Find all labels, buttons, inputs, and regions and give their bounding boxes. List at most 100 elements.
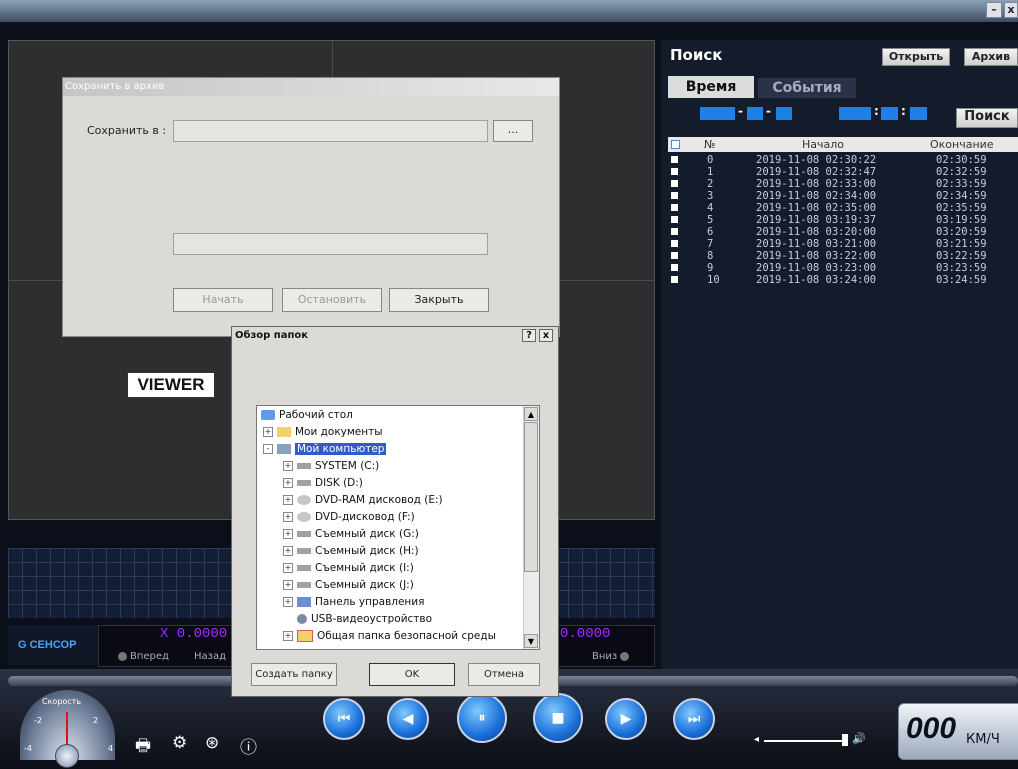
print-icon[interactable]: 🖶	[135, 733, 151, 762]
month-field[interactable]	[747, 107, 763, 120]
expand-icon[interactable]: +	[283, 563, 293, 573]
year-field[interactable]	[700, 107, 735, 120]
table-row[interactable]: 6 2019-11-08 03:20:00 03:20:59	[668, 226, 1018, 238]
forward-indicator-icon	[118, 651, 127, 661]
volume-slider[interactable]	[764, 740, 844, 742]
row-checkbox[interactable]	[671, 240, 678, 247]
table-row[interactable]: 3 2019-11-08 02:34:00 02:34:59	[668, 190, 1018, 202]
expand-icon[interactable]: +	[283, 461, 293, 471]
tree-item[interactable]: - Мой компьютер	[263, 443, 387, 455]
rewind-button[interactable]: ◀	[387, 698, 429, 740]
scroll-up-icon[interactable]: ▲	[524, 407, 538, 421]
table-row[interactable]: 5 2019-11-08 03:19:37 03:19:59	[668, 214, 1018, 226]
scroll-down-icon[interactable]: ▼	[524, 634, 538, 648]
expand-icon[interactable]: +	[283, 478, 293, 488]
tree-item[interactable]: + Съемный диск (G:)	[283, 528, 419, 540]
skip-back-button[interactable]: ⏮	[323, 698, 365, 740]
export-icon[interactable]: ⊛	[205, 733, 219, 753]
stop-button[interactable]: ■	[533, 693, 583, 743]
tree-item[interactable]: + DVD-дисковод (F:)	[283, 511, 415, 523]
tree-item[interactable]: + Общая папка безопасной среды	[283, 630, 496, 642]
row-checkbox[interactable]	[671, 180, 678, 187]
tree-item[interactable]: + DVD-RAM дисковод (E:)	[283, 494, 443, 506]
scroll-thumb[interactable]	[524, 422, 538, 572]
collapse-icon[interactable]: -	[263, 444, 273, 454]
column-start: Начало	[802, 138, 845, 151]
dvd-icon	[297, 495, 311, 505]
row-checkbox[interactable]	[671, 204, 678, 211]
play-button[interactable]: ▶	[605, 698, 647, 740]
info-icon[interactable]: ⓘ	[240, 733, 257, 758]
archive-button[interactable]: Архив	[964, 48, 1018, 66]
date-separator: -	[738, 104, 743, 118]
table-row[interactable]: 0 2019-11-08 02:30:22 02:30:59	[668, 154, 1018, 166]
table-row[interactable]: 10 2019-11-08 03:24:00 03:24:59	[668, 274, 1018, 286]
expand-icon[interactable]: +	[283, 546, 293, 556]
volume-handle[interactable]	[842, 734, 848, 746]
tree-item[interactable]: + Съемный диск (J:)	[283, 579, 414, 591]
day-field[interactable]	[776, 107, 792, 120]
table-row[interactable]: 7 2019-11-08 03:21:00 03:21:59	[668, 238, 1018, 250]
expand-icon[interactable]: +	[283, 529, 293, 539]
tab-events[interactable]: События	[758, 78, 856, 98]
row-checkbox[interactable]	[671, 276, 678, 283]
table-row[interactable]: 2 2019-11-08 02:33:00 02:33:59	[668, 178, 1018, 190]
volume-low-icon: ◂	[754, 734, 760, 745]
ok-button[interactable]: OK	[369, 663, 455, 686]
tree-item[interactable]: + DISK (D:)	[283, 477, 363, 489]
row-checkbox[interactable]	[671, 192, 678, 199]
tree-item[interactable]: + Панель управления	[283, 596, 424, 608]
close-button[interactable]: x	[1004, 2, 1018, 18]
minute-field[interactable]	[881, 107, 898, 120]
gear-icon[interactable]: ⚙	[172, 733, 187, 753]
new-folder-button[interactable]: Создать папку	[251, 663, 337, 686]
row-checkbox[interactable]	[671, 216, 678, 223]
column-number: №	[704, 138, 716, 151]
open-button[interactable]: Открыть	[882, 48, 950, 66]
start-button[interactable]: Начать	[173, 288, 273, 312]
tree-item[interactable]: + Мои документы	[263, 426, 383, 438]
save-path-input[interactable]	[173, 120, 488, 142]
table-row[interactable]: 1 2019-11-08 02:32:47 02:32:59	[668, 166, 1018, 178]
tab-time[interactable]: Время	[668, 76, 754, 98]
tree-item[interactable]: + Съемный диск (H:)	[283, 545, 419, 557]
expand-icon[interactable]: +	[283, 512, 293, 522]
tree-item[interactable]: + SYSTEM (C:)	[283, 460, 379, 472]
help-button[interactable]: ?	[522, 329, 536, 342]
close-archive-button[interactable]: Закрыть	[389, 288, 489, 312]
second-field[interactable]	[910, 107, 927, 120]
minimize-button[interactable]: –	[986, 2, 1002, 18]
browse-button[interactable]: ...	[493, 120, 533, 142]
table-row[interactable]: 4 2019-11-08 02:35:00 02:35:59	[668, 202, 1018, 214]
hour-field[interactable]	[839, 107, 871, 120]
tree-item[interactable]: USB-видеоустройство	[297, 613, 432, 625]
search-title: Поиск	[670, 46, 723, 64]
expand-icon[interactable]: +	[263, 427, 273, 437]
row-checkbox[interactable]	[671, 228, 678, 235]
row-checkbox[interactable]	[671, 264, 678, 271]
expand-icon[interactable]: +	[283, 495, 293, 505]
folder-tree[interactable]: Рабочий стол + Мои документы - Мой компьют…	[256, 405, 540, 650]
row-checkbox[interactable]	[671, 252, 678, 259]
cancel-button[interactable]: Отмена	[468, 663, 540, 686]
row-checkbox[interactable]	[671, 156, 678, 163]
tree-item[interactable]: Рабочий стол	[261, 409, 353, 421]
table-row[interactable]: 8 2019-11-08 03:22:00 03:22:59	[668, 250, 1018, 262]
skip-forward-button[interactable]: ⏭	[673, 698, 715, 740]
gsensor-title: G СЕНСОР	[8, 625, 98, 665]
expand-icon[interactable]: +	[283, 580, 293, 590]
tree-item[interactable]: + Съемный диск (I:)	[283, 562, 414, 574]
pause-button[interactable]: ⏸	[457, 693, 507, 743]
folder-close-button[interactable]: x	[539, 329, 553, 342]
select-all-checkbox[interactable]	[671, 140, 680, 149]
search-button[interactable]: Поиск	[956, 108, 1018, 128]
volume-icon[interactable]: 🔊	[852, 732, 866, 745]
stop-archive-button[interactable]: Остановить	[282, 288, 382, 312]
expand-icon[interactable]: +	[283, 631, 293, 641]
row-checkbox[interactable]	[671, 168, 678, 175]
search-panel	[661, 40, 1018, 669]
removable-drive-icon	[297, 565, 311, 571]
table-row[interactable]: 9 2019-11-08 03:23:00 03:23:59	[668, 262, 1018, 274]
speed-title: Скорость	[42, 697, 82, 706]
expand-icon[interactable]: +	[283, 597, 293, 607]
